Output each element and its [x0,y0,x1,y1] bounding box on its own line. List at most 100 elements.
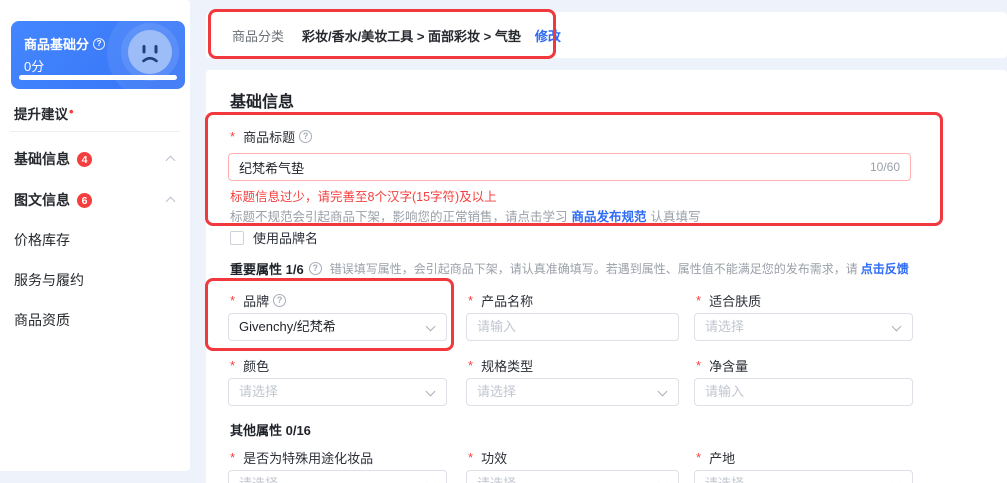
field-brand: * 品牌 ? Givenchy/纪梵希 [228,291,447,349]
help-icon[interactable]: ? [93,37,106,50]
field-origin: * 产地 请选择 [694,448,913,483]
publish-rules-link[interactable]: 商品发布规范 [572,210,647,224]
origin-select[interactable]: 请选择 [694,470,913,483]
net-content-label-text: 净含量 [709,359,749,374]
char-counter: 10/60 [869,160,900,174]
sidebar-item-service-fulfillment[interactable]: 服务与履约 [14,268,178,292]
required-asterisk: * [230,293,236,308]
error-count-badge: 6 [77,193,92,208]
field-color: * 颜色 请选择 [228,356,447,414]
help-suffix: 认真填写 [650,210,701,224]
field-product-name: * 产品名称 请输入 [466,291,679,349]
required-asterisk: * [468,450,474,465]
effect-label: * 功效 [468,448,679,467]
field-spec-type: * 规格类型 请选择 [466,356,679,414]
use-brand-name-checkbox[interactable]: 使用品牌名 [230,228,318,247]
spec-type-label: * 规格类型 [468,356,679,375]
feedback-link[interactable]: 点击反馈 [861,260,909,277]
sidebar-item-price-stock[interactable]: 价格库存 [14,228,178,252]
skin-type-label-text: 适合肤质 [709,294,762,309]
section-title: 基础信息 [230,94,295,111]
field-special-cosmetics: * 是否为特殊用途化妆品 请选择 [228,448,447,483]
spec-type-select[interactable]: 请选择 [466,378,679,406]
main-panel: 基础信息 * 商品标题 ? 纪梵希气垫 10/60 标题信息过少，请完善至8个汉… [206,70,1007,483]
score-card-title: 商品基础分 ? [24,34,106,53]
help-prefix: 标题不规范会引起商品下架，影响您的正常销售，请点击学习 [230,210,568,224]
color-select[interactable]: 请选择 [228,378,447,406]
help-icon[interactable]: ? [308,262,322,275]
checkbox-label: 使用品牌名 [253,231,319,246]
other-attrs-title: 其他属性 0/16 [230,423,311,438]
required-asterisk: * [230,358,236,373]
sidebar-item-label: 价格库存 [14,232,70,248]
checkbox-box[interactable] [230,230,244,245]
sidebar-item-image-text-info[interactable]: 图文信息 6 [14,188,178,212]
product-name-input[interactable]: 请输入 [466,313,679,341]
help-icon[interactable]: ? [299,130,313,143]
brand-value: Givenchy/纪梵希 [239,319,336,334]
product-title-input[interactable]: 纪梵希气垫 10/60 [228,153,911,181]
important-attrs-header: 重要属性 1/6 ? 错误填写属性，会引起商品下架，请认真准确填写。若遇到属性、… [230,259,909,278]
product-title-label: * 商品标题 ? [230,127,313,146]
chevron-up-icon [165,155,176,166]
sidebar-item-label: 商品资质 [14,312,70,328]
field-net-content: * 净含量 请输入 [694,356,913,414]
effect-select[interactable]: 请选择 [466,470,679,483]
sidebar-item-basic-info[interactable]: 基础信息 4 [14,147,178,171]
help-icon[interactable]: ? [273,294,287,307]
skin-type-select[interactable]: 请选择 [694,313,913,341]
chevron-up-icon [165,196,176,207]
required-asterisk: * [230,129,236,144]
required-asterisk: * [696,293,702,308]
title-error-message: 标题信息过少，请完善至8个汉字(15字符)及以上 [230,190,497,204]
net-content-label: * 净含量 [696,356,913,375]
product-title-value: 纪梵希气垫 [239,160,305,176]
required-asterisk: * [696,450,702,465]
score-card-title-text: 商品基础分 [24,37,90,52]
placeholder-text: 请选择 [229,471,446,483]
special-cosmetics-select[interactable]: 请选择 [228,470,447,483]
color-label-text: 颜色 [243,359,270,374]
placeholder-text: 请选择 [705,319,745,334]
special-cosmetics-label-text: 是否为特殊用途化妆品 [243,451,374,466]
product-title-label-text: 商品标题 [243,130,296,145]
placeholder-text: 请输入 [477,319,517,334]
brand-label: * 品牌 ? [230,291,447,310]
sidebar-item-label: 图文信息 [14,192,70,208]
placeholder-text: 请选择 [467,471,678,483]
origin-label: * 产地 [696,448,913,467]
sidebar-item-label: 服务与履约 [14,272,84,288]
origin-label-text: 产地 [709,451,736,466]
score-value: 0分 [24,59,45,74]
field-skin-type: * 适合肤质 请选择 [694,291,913,349]
effect-label-text: 功效 [481,451,508,466]
required-asterisk: * [468,293,474,308]
required-asterisk: * [468,358,474,373]
sidebar-item-suggestions[interactable]: 提升建议• [14,103,74,123]
brand-select[interactable]: Givenchy/纪梵希 [228,313,447,341]
required-asterisk: * [696,358,702,373]
brand-label-text: 品牌 [243,294,270,309]
special-cosmetics-label: * 是否为特殊用途化妆品 [230,448,447,467]
placeholder-text: 请输入 [705,384,745,399]
important-attrs-title: 重要属性 1/6 [230,262,304,277]
suggestion-label: 提升建议 [14,107,68,122]
net-content-input[interactable]: 请输入 [694,378,913,406]
error-count-badge: 4 [77,152,92,167]
placeholder-text: 请选择 [695,471,912,483]
score-progress-bar [19,75,177,80]
required-asterisk: * [230,450,236,465]
skin-type-label: * 适合肤质 [696,291,913,310]
sidebar: 商品基础分 ? 0分 提升建议• 基础信息 4 图文信息 6 价格库存 服务与履约 … [0,0,190,471]
color-label: * 颜色 [230,356,447,375]
product-name-label: * 产品名称 [468,291,679,310]
category-breadcrumb: 彩妆/香水/美妆工具 > 面部彩妆 > 气垫 [302,28,521,44]
category-edit-link[interactable]: 修改 [535,26,561,45]
category-bar: 商品分类 彩妆/香水/美妆工具 > 面部彩妆 > 气垫 修改 [206,12,1007,58]
product-score-card: 商品基础分 ? 0分 [11,21,185,89]
sidebar-item-qualification[interactable]: 商品资质 [14,308,178,332]
field-effect: * 功效 请选择 [466,448,679,483]
spec-type-label-text: 规格类型 [481,359,534,374]
category-label: 商品分类 [232,28,285,44]
product-name-label-text: 产品名称 [481,294,534,309]
